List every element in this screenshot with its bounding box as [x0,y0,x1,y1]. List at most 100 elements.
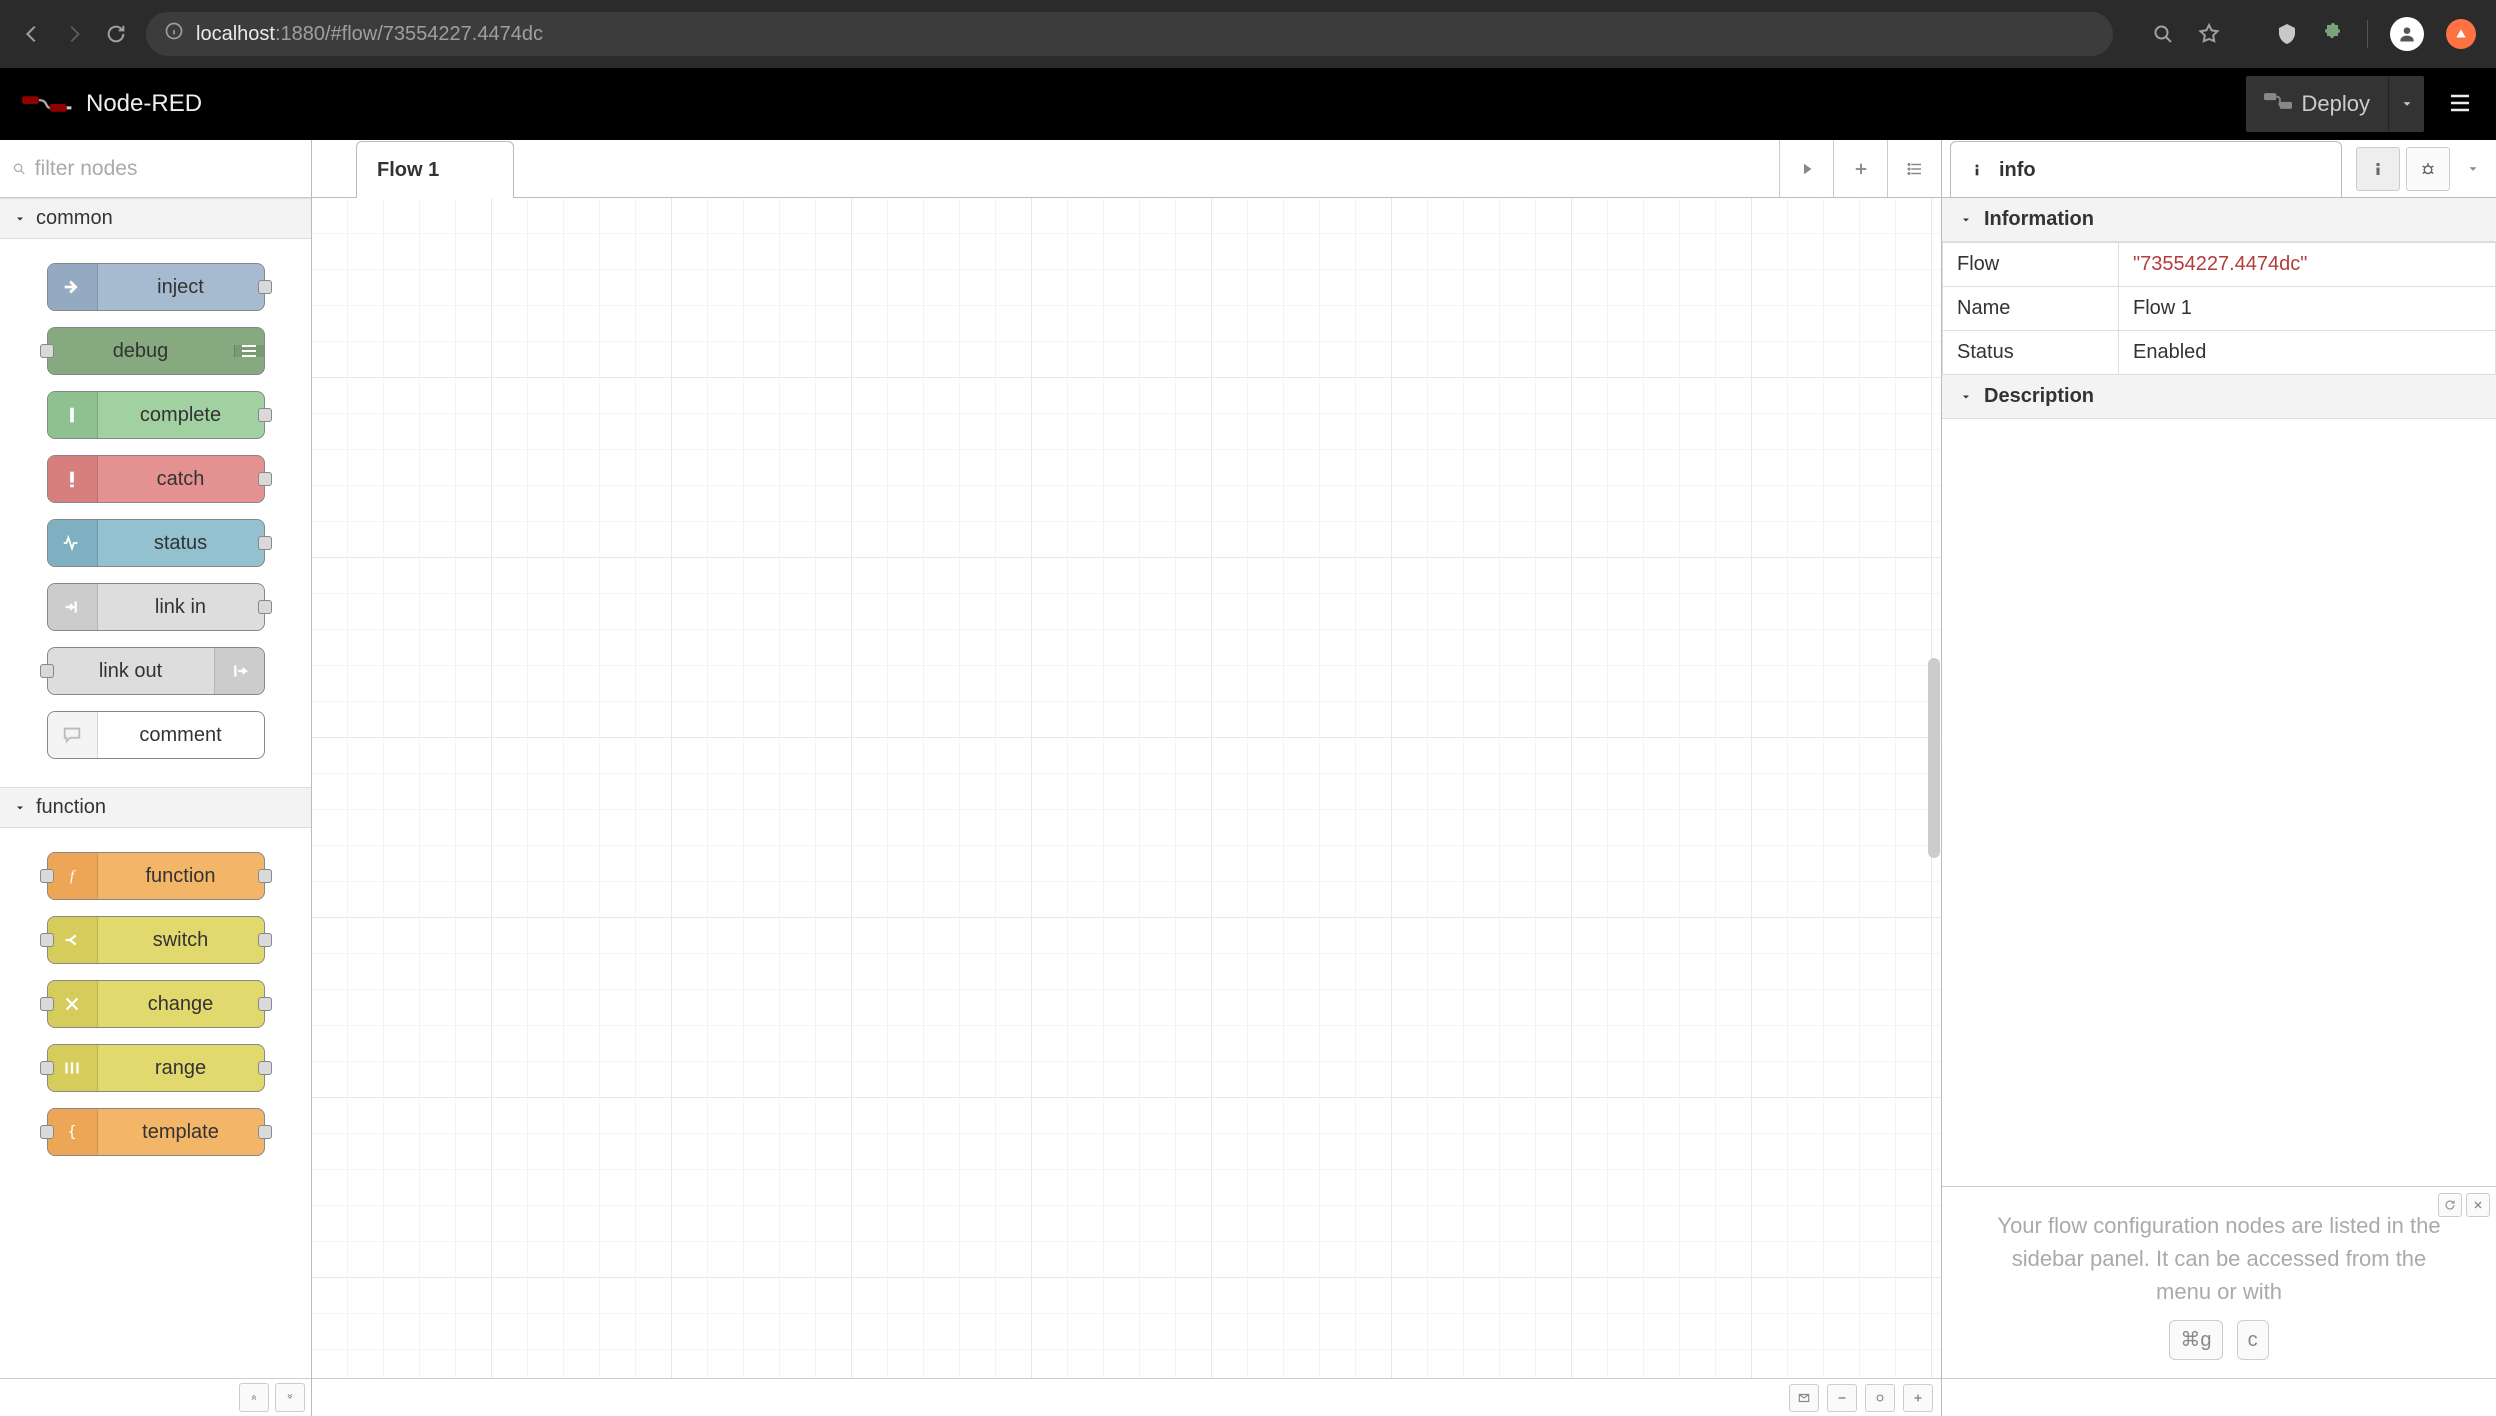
palette: common inject debug complete [0,140,312,1416]
table-row: NameFlow 1 [1943,287,2496,331]
chevron-down-icon [1960,214,1972,226]
extension-puzzle-icon[interactable] [2321,22,2345,46]
profile-avatar[interactable] [2390,17,2424,51]
zoom-reset-button[interactable] [1865,1384,1895,1412]
status-icon [48,520,98,566]
comment-icon [48,712,98,758]
sidebar-tab-info[interactable]: info [1950,141,2342,198]
link-in-icon [48,584,98,630]
output-port[interactable] [258,472,272,486]
collapse-all-button[interactable] [239,1383,269,1412]
expand-all-button[interactable] [275,1383,305,1412]
zoom-in-button[interactable] [1903,1384,1933,1412]
switch-icon [48,917,98,963]
deploy-icon [2264,91,2292,117]
site-info-icon[interactable] [164,21,184,47]
forward-button[interactable] [62,22,86,46]
sidebar-more-button[interactable] [2456,162,2490,176]
back-button[interactable] [20,22,44,46]
search-icon [12,161,27,177]
output-port[interactable] [258,408,272,422]
range-icon [48,1045,98,1091]
tip-close-button[interactable] [2466,1193,2490,1217]
flow-tab[interactable]: Flow 1 [356,141,514,198]
node-link-out[interactable]: link out [47,647,265,695]
node-complete[interactable]: complete [47,391,265,439]
navigator-button[interactable] [1789,1384,1819,1412]
input-port[interactable] [40,344,54,358]
output-port[interactable] [258,536,272,550]
node-switch[interactable]: switch [47,916,265,964]
palette-search [0,140,311,198]
svg-text:{: { [68,1124,77,1141]
sidebar-footer [1942,1378,2496,1416]
filter-nodes-input[interactable] [35,157,299,181]
flow-list-button[interactable] [1887,140,1941,197]
canvas-scrollbar[interactable] [1927,198,1941,1378]
info-icon [1969,162,1985,178]
deploy-group: Deploy [2246,76,2424,132]
workspace-footer [312,1378,1941,1416]
node-change[interactable]: change [47,980,265,1028]
key-hint: c [2237,1320,2269,1360]
bookmark-star-icon[interactable] [2197,22,2221,46]
brand-title: Node-RED [86,90,202,118]
node-catch[interactable]: catch [47,455,265,503]
logo: Node-RED [22,90,202,118]
zoom-out-button[interactable] [1827,1384,1857,1412]
node-link-in[interactable]: link in [47,583,265,631]
reload-button[interactable] [104,22,128,46]
tabs-row: Flow 1 [312,140,1941,198]
category-function[interactable]: function [0,787,311,828]
palette-footer [0,1378,311,1416]
catch-icon [48,456,98,502]
inject-icon [48,264,98,310]
sidebar-debug-button[interactable] [2406,147,2450,191]
table-row: StatusEnabled [1943,331,2496,375]
section-description[interactable]: Description [1942,375,2496,419]
node-range[interactable]: range [47,1044,265,1092]
key-hint: ⌘g [2169,1320,2222,1360]
node-function[interactable]: f function [47,852,265,900]
search-in-page-icon[interactable] [2151,22,2175,46]
deploy-label: Deploy [2302,91,2370,117]
workspace: Flow 1 [312,140,1942,1416]
output-port[interactable] [258,280,272,294]
template-icon: { [48,1109,98,1155]
node-inject[interactable]: inject [47,263,265,311]
deploy-button[interactable]: Deploy [2246,76,2388,132]
node-status[interactable]: status [47,519,265,567]
app-header: Node-RED Deploy [0,68,2496,140]
deploy-options-button[interactable] [2388,76,2424,132]
flow-id[interactable]: "73554227.4474dc" [2119,243,2496,287]
canvas[interactable] [312,198,1941,1378]
tip-text: Your flow configuration nodes are listed… [1997,1213,2440,1304]
chevron-down-icon [14,213,26,225]
url-text: localhost:1880/#flow/73554227.4474dc [196,23,543,46]
node-template[interactable]: { template [47,1108,265,1156]
link-out-icon [214,648,264,694]
url-bar[interactable]: localhost:1880/#flow/73554227.4474dc [146,12,2113,56]
section-information[interactable]: Information [1942,198,2496,242]
menu-button[interactable] [2446,91,2474,118]
extension-orange-icon[interactable] [2446,19,2476,49]
node-red-logo-icon [22,92,76,116]
chevron-down-icon [1960,391,1972,403]
table-row: Flow"73554227.4474dc" [1943,243,2496,287]
chevron-down-icon [14,802,26,814]
sidebar-info-button[interactable] [2356,147,2400,191]
browser-chrome: localhost:1880/#flow/73554227.4474dc [0,0,2496,68]
sidebar: info Information Flow"73554227.4474dc" N… [1942,140,2496,1416]
input-port[interactable] [40,664,54,678]
tip-refresh-button[interactable] [2438,1193,2462,1217]
category-common[interactable]: common [0,198,311,239]
add-flow-button[interactable] [1833,140,1887,197]
change-icon [48,981,98,1027]
svg-text:f: f [70,869,76,885]
output-port[interactable] [258,600,272,614]
tabs-scroll-right-button[interactable] [1779,140,1833,197]
tips-panel: Your flow configuration nodes are listed… [1942,1186,2496,1378]
node-debug[interactable]: debug [47,327,265,375]
extension-shield-icon[interactable] [2275,22,2299,46]
node-comment[interactable]: comment [47,711,265,759]
